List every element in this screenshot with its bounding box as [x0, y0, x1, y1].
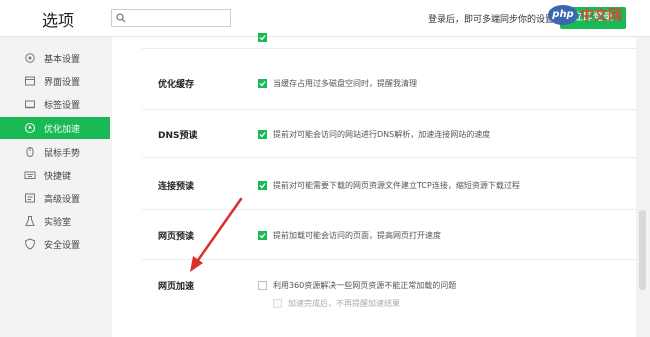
advanced-settings-icon: [24, 192, 36, 204]
checkbox[interactable]: [258, 281, 267, 290]
option-accel-no-notify: 加速完成后，不再提醒加速结果: [273, 298, 400, 309]
flask-icon: [24, 215, 36, 227]
sidebar-item-lab[interactable]: 实验室: [0, 210, 110, 232]
title-bar: 选项 登录后，即可多端同步你的设置 立即登录 php 中文网: [0, 0, 650, 37]
section-label-page: 网页预读: [158, 232, 195, 242]
option-row-partial: [258, 33, 273, 42]
sidebar-item-label: 优化加速: [44, 124, 81, 135]
section-label-accel: 网页加速: [158, 282, 195, 292]
section-label-dns: DNS预读: [158, 131, 198, 141]
divider: [142, 157, 636, 158]
sidebar-item-mouse[interactable]: 鼠标手势: [0, 141, 110, 163]
window-title: 选项: [42, 11, 75, 30]
rocket-icon: [24, 122, 36, 134]
sidebar-item-advanced[interactable]: 高级设置: [0, 187, 110, 209]
option-text: 利用360资源解决一些网页资源不能正常加载的问题: [273, 281, 457, 290]
option-cache-reminder[interactable]: 当缓存占用过多磁盘空间时，提醒我清理: [258, 78, 417, 89]
checkbox[interactable]: [258, 231, 267, 240]
sidebar-item-tabs[interactable]: 标签设置: [0, 93, 110, 115]
mouse-icon: [24, 146, 36, 158]
divider: [142, 48, 636, 49]
shield-icon: [24, 238, 36, 250]
checkbox[interactable]: [258, 33, 267, 42]
gear-icon: [24, 52, 36, 64]
checkbox[interactable]: [258, 79, 267, 88]
sidebar-item-optimize[interactable]: 优化加速: [0, 117, 110, 139]
section-label-connect: 连接预读: [158, 182, 195, 192]
window-icon: [24, 75, 36, 87]
divider: [142, 259, 636, 260]
sidebar-item-label: 实验室: [44, 217, 72, 228]
sidebar-item-label: 快捷键: [44, 171, 72, 182]
scrollbar[interactable]: [639, 210, 646, 290]
sidebar-item-interface[interactable]: 界面设置: [0, 70, 110, 92]
option-text: 提前对可能会访问的网站进行DNS解析，加速连接网站的速度: [273, 130, 491, 139]
search-input[interactable]: [111, 9, 231, 27]
divider: [142, 209, 636, 210]
divider: [142, 109, 636, 110]
option-text: 当缓存占用过多磁盘空间时，提醒我清理: [273, 79, 417, 88]
sidebar-item-label: 鼠标手势: [44, 148, 81, 159]
checkbox[interactable]: [258, 130, 267, 139]
option-page-prefetch[interactable]: 提前加载可能会访问的页面，提高网页打开速度: [258, 230, 441, 241]
sidebar-item-label: 界面设置: [44, 77, 81, 88]
sidebar-item-label: 高级设置: [44, 194, 81, 205]
sidebar-item-shortcuts[interactable]: 快捷键: [0, 164, 110, 186]
checkbox: [273, 299, 282, 308]
option-connect-prefetch[interactable]: 提前对可能需要下载的网页资源文件建立TCP连接，缩短资源下载过程: [258, 180, 520, 191]
search-icon: [116, 13, 126, 23]
login-tip: 登录后，即可多端同步你的设置: [428, 15, 555, 25]
sidebar-item-security[interactable]: 安全设置: [0, 233, 110, 255]
option-text: 提前对可能需要下载的网页资源文件建立TCP连接，缩短资源下载过程: [273, 181, 520, 190]
checkbox[interactable]: [258, 181, 267, 190]
sidebar-item-basic[interactable]: 基本设置: [0, 47, 110, 69]
option-web-accel[interactable]: 利用360资源解决一些网页资源不能正常加载的问题: [258, 280, 456, 291]
sidebar-item-label: 基本设置: [44, 54, 81, 65]
login-button[interactable]: 立即登录: [560, 7, 626, 29]
keyboard-icon: [24, 169, 36, 181]
option-text: 加速完成后，不再提醒加速结果: [288, 299, 400, 308]
section-label-cache: 优化缓存: [158, 80, 195, 90]
sidebar: 基本设置 界面设置 标签设置 优化加速 鼠标手势 快捷键 高级设置 实验室 安全…: [0, 37, 110, 337]
option-dns-prefetch[interactable]: 提前对可能会访问的网站进行DNS解析，加速连接网站的速度: [258, 129, 490, 140]
sidebar-item-label: 安全设置: [44, 240, 81, 251]
option-text: 提前加载可能会访问的页面，提高网页打开速度: [273, 231, 441, 240]
sidebar-item-label: 标签设置: [44, 100, 81, 111]
tab-icon: [24, 98, 36, 110]
settings-panel: 优化缓存 当缓存占用过多磁盘空间时，提醒我清理 DNS预读 提前对可能会访问的网…: [112, 33, 636, 337]
